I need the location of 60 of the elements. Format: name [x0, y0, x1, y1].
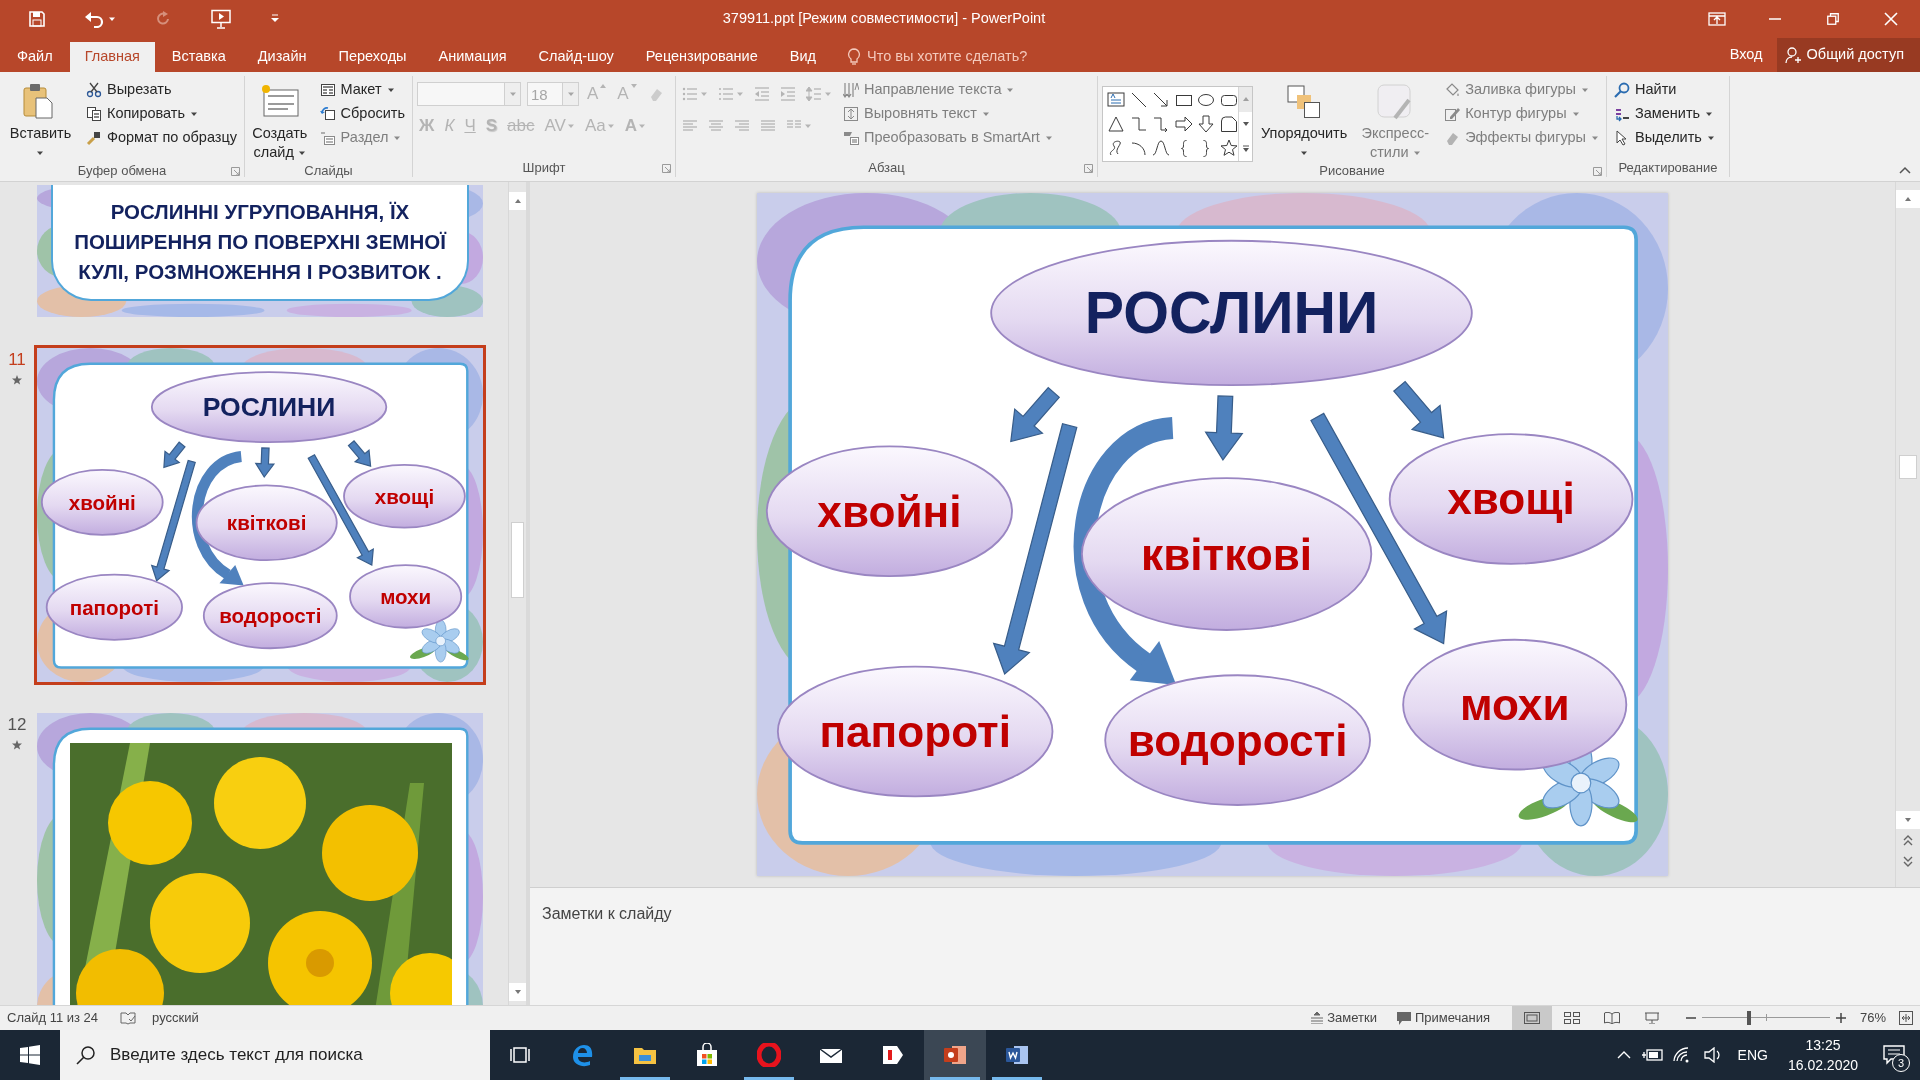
window-title: 379911.ppt [Режим совместимости] - PowerPoint: [722, 9, 1046, 29]
slide-number: 12: [7, 714, 27, 736]
group-label: Абзац: [868, 159, 905, 178]
category-label: водорості: [1127, 715, 1348, 765]
ribbon-tab[interactable]: Анимация: [423, 42, 522, 72]
zoom-level-button[interactable]: 76%: [1859, 1008, 1886, 1028]
ribbon-tab[interactable]: Рецензирование: [630, 42, 773, 72]
ribbon-button[interactable]: Копировать: [82, 102, 240, 125]
category-label: папороті: [819, 707, 1011, 757]
group-label: Слайды: [304, 162, 353, 181]
category-label: хвощі: [1447, 474, 1575, 524]
comments-button[interactable]: Примечания: [1392, 1006, 1494, 1030]
ribbon-tab[interactable]: Переходы: [323, 42, 422, 72]
clock-button[interactable]: 13:25 16.02.2020: [1777, 1030, 1868, 1080]
ribbon-button[interactable]: Вставить: [4, 78, 77, 162]
ribbon-tab[interactable]: Вид: [774, 42, 831, 72]
group-label: Шрифт: [522, 159, 566, 178]
category-label: мохи: [380, 584, 432, 608]
ribbon-button[interactable]: Найти: [1611, 78, 1718, 101]
category-label: квіткові: [1141, 529, 1313, 579]
category-label: водорості: [219, 604, 322, 628]
group-label: Буфер обмена: [77, 162, 167, 181]
ribbon-tab[interactable]: Файл: [2, 42, 68, 72]
slide-number: 11: [8, 349, 26, 371]
diagram-title: РОСЛИНИ: [202, 392, 336, 423]
tell-me-field[interactable]: Что вы хотите сделать?: [867, 46, 1087, 68]
ribbon-tab[interactable]: Главная: [69, 42, 155, 72]
group-label: Редактирование: [1618, 159, 1718, 178]
ribbon-tab[interactable]: Слайд-шоу: [523, 42, 629, 72]
category-label: мохи: [1459, 680, 1570, 730]
ribbon-button[interactable]: Заменить: [1611, 102, 1718, 125]
ribbon-button[interactable]: Выделить: [1611, 126, 1718, 149]
category-label: хвощі: [374, 484, 435, 508]
input-language-button[interactable]: ENG: [1727, 1030, 1778, 1080]
notification-count: 3: [1892, 1054, 1910, 1072]
notes-field[interactable]: Заметки к слайду: [542, 902, 1142, 930]
ribbon-button[interactable]: Упорядочить: [1259, 78, 1350, 162]
slide-counter: Слайд 11 из 24: [6, 1009, 99, 1028]
ribbon-button[interactable]: Вырезать: [82, 78, 240, 101]
category-label: хвойні: [817, 486, 962, 536]
language-button[interactable]: русский: [152, 1008, 199, 1028]
sign-in-link[interactable]: Вход: [1715, 40, 1777, 70]
diagram-title: РОСЛИНИ: [1084, 280, 1379, 346]
ribbon-button[interactable]: Формат по образцу: [82, 126, 240, 149]
ribbon-tab[interactable]: Вставка: [156, 42, 241, 72]
category-label: хвойні: [68, 490, 136, 514]
ribbon-button[interactable]: Сбросить: [316, 102, 408, 125]
ribbon-tab[interactable]: Дизайн: [242, 42, 322, 72]
slide-text: РОСЛИННІ УГРУПОВАННЯ, ЇХ ПОШИРЕННЯ ПО ПОВЕРХНІ ЗЕМНОЇ КУЛІ, РОЗМНОЖЕННЯ І РОЗВИТОК .: [74, 199, 446, 285]
share-button[interactable]: Общий доступ: [1776, 38, 1920, 72]
ribbon-button[interactable]: Макет: [316, 78, 408, 101]
taskbar-search-field[interactable]: Введите здесь текст для поиска: [60, 1030, 490, 1080]
notifications-button[interactable]: 3: [1868, 1030, 1920, 1080]
slide-canvas[interactable]: РОСЛИНИ хвойні квіткові хвощі папороті водорості мохи: [757, 193, 1668, 876]
ribbon-button[interactable]: Создать слайд: [249, 78, 311, 162]
category-label: квіткові: [226, 511, 307, 535]
notes-button[interactable]: Заметки: [1307, 1006, 1381, 1030]
category-label: папороті: [69, 595, 159, 619]
group-label: Рисование: [1319, 162, 1385, 181]
slide-thumbnail[interactable]: РОСЛИНИ хвойні квіткові хвощі папороті водорості мохи: [34, 345, 486, 685]
